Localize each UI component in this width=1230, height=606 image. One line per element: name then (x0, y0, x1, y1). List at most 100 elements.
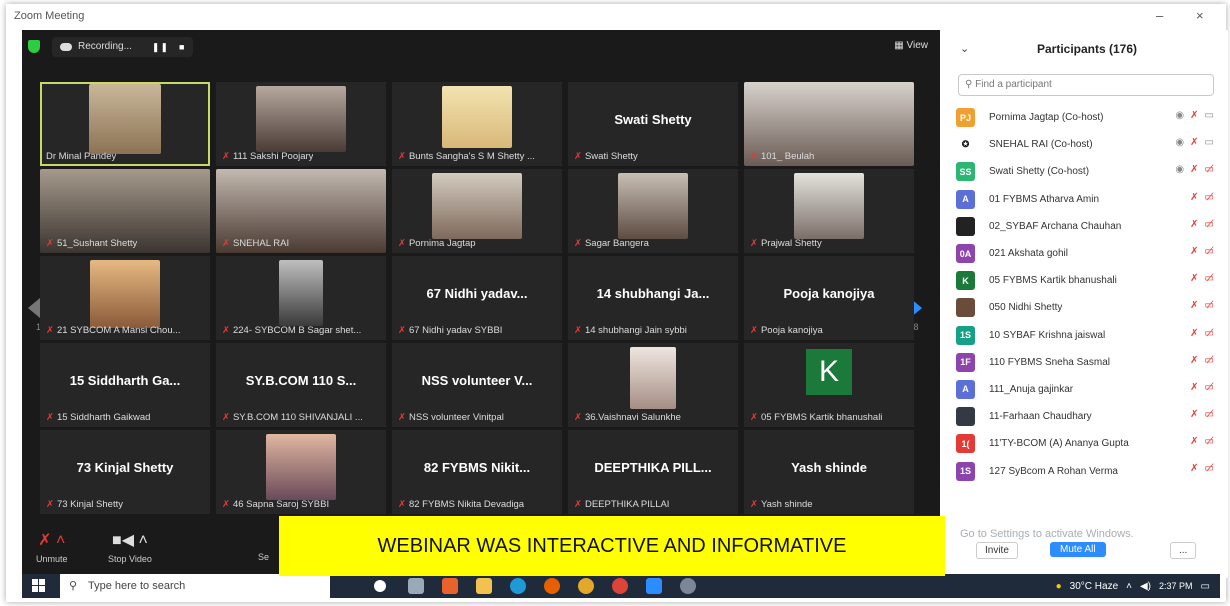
stop-video-button[interactable]: ■◀ ˄ Stop Video (108, 530, 152, 564)
security-shield-icon[interactable] (28, 40, 40, 53)
firefox-icon[interactable] (544, 578, 560, 594)
participant-row[interactable]: A 01 FYBMS Atharva Amin ✗ ▭̸ (956, 186, 1218, 213)
invite-button[interactable]: Invite (976, 542, 1018, 559)
participant-row[interactable]: 0A 021 Akshata gohil ✗ ▭̸ (956, 240, 1218, 267)
participant-name: 10 SYBAF Krishna jaiswal (989, 329, 1106, 341)
video-tile[interactable]: DEEPTHIKA PILL... ✗ DEEPTHIKA PILLAI (568, 430, 738, 514)
volume-icon[interactable]: ◀) (1140, 581, 1151, 592)
stop-recording-icon[interactable]: ■ (179, 37, 185, 57)
video-grid: Dr Minal Pandey ✗ 111 Sakshi Poojary ✗ Bun… (40, 82, 914, 514)
spotlight-icon: ◉ (1175, 164, 1185, 176)
close-icon[interactable]: × (1196, 8, 1204, 23)
video-tile[interactable]: K ✗ 05 FYBMS Kartik bhanushali (744, 343, 914, 427)
more-options-button[interactable]: ... (1170, 542, 1197, 559)
mic-muted-icon: ✗ (574, 238, 582, 249)
settings-gear-icon[interactable] (680, 578, 696, 594)
zoom-app-icon[interactable] (646, 578, 662, 594)
participant-row[interactable]: 050 Nidhi Shetty ✗ ▭̸ (956, 294, 1218, 321)
participant-row[interactable]: 1S 10 SYBAF Krishna jaiswal ✗ ▭̸ (956, 322, 1218, 349)
video-tile[interactable]: Swati Shetty ✗ Swati Shetty (568, 82, 738, 166)
video-tile[interactable]: ✗ Prajwal Shetty (744, 169, 914, 253)
video-tile[interactable]: 82 FYBMS Nikit... ✗ 82 FYBMS Nikita Devad… (392, 430, 562, 514)
video-tile[interactable]: ✗ 51_Sushant Shetty (40, 169, 210, 253)
video-tile[interactable]: 15 Siddharth Ga... ✗ 15 Siddharth Gaikwad (40, 343, 210, 427)
participant-row[interactable]: ✪ SNEHAL RAI (Co-host) ◉ ✗ ▭ (956, 131, 1218, 158)
system-tray: ● 30°C Haze ˄ ◀) 2:37 PM ▭ (1056, 574, 1210, 598)
mic-muted-icon: ✗ (1190, 463, 1199, 475)
participant-search-input[interactable]: ⚲ Find a participant (958, 74, 1214, 96)
video-tile[interactable]: 67 Nidhi yadav... ✗ 67 Nidhi yadav SYBBI (392, 256, 562, 340)
mic-muted-icon: ✗ (1190, 381, 1199, 393)
participant-big-name: Swati Shetty (614, 112, 692, 127)
participant-row[interactable]: PJ Pornima Jagtap (Co-host) ◉ ✗ ▭ (956, 104, 1218, 131)
unmute-button[interactable]: ✗ ˄ Unmute (36, 530, 68, 564)
webinar-caption-banner: WEBINAR WAS INTERACTIVE AND INFORMATIVE (279, 516, 945, 576)
participant-row[interactable]: 02_SYBAF Archana Chauhan ✗ ▭̸ (956, 213, 1218, 240)
clock[interactable]: 2:37 PM (1159, 581, 1193, 591)
search-icon: ⚲ (965, 79, 973, 90)
weather-text[interactable]: 30°C Haze (1070, 581, 1118, 592)
video-tile[interactable]: SY.B.COM 110 S... ✗ SY.B.COM 110 SHIVANJA… (216, 343, 386, 427)
participant-big-name: 15 Siddharth Ga... (69, 373, 181, 388)
mute-all-button[interactable]: Mute All (1050, 542, 1106, 557)
zoom-meeting-window: Recording... ❚❚ ■ ▦ View 1/8 1/8 Dr Mina… (22, 30, 940, 578)
spotlight-icon: ◉ (1175, 137, 1185, 149)
minimize-icon[interactable]: – (1156, 8, 1163, 23)
video-tile[interactable]: NSS volunteer V... ✗ NSS volunteer Vinitp… (392, 343, 562, 427)
mic-muted-icon: ✗ (1190, 191, 1199, 203)
tile-name: ✗ Swati Shetty (574, 151, 638, 162)
recording-label: Recording... (78, 41, 132, 52)
pause-recording-icon[interactable]: ❚❚ (152, 37, 169, 57)
mic-muted-icon: ✗ (574, 325, 582, 336)
participant-big-name: SY.B.COM 110 S... (245, 373, 357, 388)
taskbar-search-input[interactable]: ⚲ Type here to search (60, 574, 330, 598)
participant-avatar: A (956, 189, 975, 209)
previous-page-icon[interactable] (28, 298, 40, 318)
edge-icon[interactable] (510, 578, 526, 594)
participant-row[interactable]: A 111_Anuja gajinkar ✗ ▭̸ (956, 376, 1218, 403)
video-off-icon: ▭̸ (1204, 273, 1214, 285)
video-tile[interactable]: Pooja kanojiya ✗ Pooja kanojiya (744, 256, 914, 340)
participant-big-name: 67 Nidhi yadav... (426, 286, 528, 301)
video-tile[interactable]: ✗ 21 SYBCOM A Mansi Chou... (40, 256, 210, 340)
cortana-icon[interactable] (374, 580, 386, 592)
video-tile[interactable]: ✗ 36.Vaishnavi Salunkhe (568, 343, 738, 427)
video-tile[interactable]: 73 Kinjal Shetty ✗ 73 Kinjal Shetty (40, 430, 210, 514)
video-tile[interactable]: Yash shinde ✗ Yash shinde (744, 430, 914, 514)
video-camera-icon: ■◀ ˄ (112, 532, 148, 549)
video-off-icon: ▭̸ (1204, 463, 1214, 475)
participant-row[interactable]: 1F 110 FYBMS Sneha Sasmal ✗ ▭̸ (956, 349, 1218, 376)
participant-row[interactable]: K 05 FYBMS Kartik bhanushali ✗ ▭̸ (956, 267, 1218, 294)
tray-chevron-icon[interactable]: ˄ (1126, 581, 1132, 592)
taskbar-search-placeholder: Type here to search (88, 580, 186, 592)
file-explorer-icon[interactable] (476, 578, 492, 594)
windows-start-icon[interactable] (32, 579, 46, 593)
video-tile[interactable]: ✗ Pornima Jagtap (392, 169, 562, 253)
participant-row[interactable]: SS Swati Shetty (Co-host) ◉ ✗ ▭̸ (956, 158, 1218, 185)
participant-name: 127 SyBcom A Rohan Verma (989, 465, 1118, 477)
video-tile[interactable]: ✗ 101_ Beulah (744, 82, 914, 166)
notification-icon[interactable]: ▭ (1201, 581, 1210, 592)
video-tile[interactable]: 14 shubhangi Ja... ✗ 14 shubhangi Jain sy… (568, 256, 738, 340)
tile-name: ✗ 51_Sushant Shetty (46, 238, 138, 249)
participant-row[interactable]: 1S 127 SyBcom A Rohan Verma ✗ ▭̸ (956, 457, 1218, 484)
video-tile[interactable]: ✗ 46 Sapna Saroj SYBBI (216, 430, 386, 514)
video-tile[interactable]: ✗ SNEHAL RAI (216, 169, 386, 253)
video-tile[interactable]: ✗ 224- SYBCOM B Sagar shet... (216, 256, 386, 340)
chrome-icon[interactable] (578, 578, 594, 594)
video-tile[interactable]: ✗ 111 Sakshi Poojary (216, 82, 386, 166)
participant-row[interactable]: 1(11'TY-BCOM (A) Ananya Gupta ✗ ▭̸ (956, 430, 1218, 457)
video-tile[interactable]: ✗ Sagar Bangera (568, 169, 738, 253)
task-view-icon[interactable] (408, 578, 424, 594)
office-icon[interactable] (442, 578, 458, 594)
participant-video (266, 434, 336, 500)
windows-activation-watermark: Go to Settings to activate Windows. (960, 528, 1134, 540)
mic-muted-icon: ✗ (750, 325, 758, 336)
video-tile[interactable]: ✗ Bunts Sangha's S M Shetty ... (392, 82, 562, 166)
view-button[interactable]: ▦ View (894, 40, 928, 51)
video-tile[interactable]: Dr Minal Pandey (40, 82, 210, 166)
security-button[interactable]: Se (258, 530, 269, 562)
participant-row[interactable]: 11-Farhaan Chaudhary ✗ ▭̸ (956, 403, 1218, 430)
meeting-topbar: Recording... ❚❚ ■ ▦ View (22, 30, 940, 64)
chrome-profile-icon[interactable] (612, 578, 628, 594)
